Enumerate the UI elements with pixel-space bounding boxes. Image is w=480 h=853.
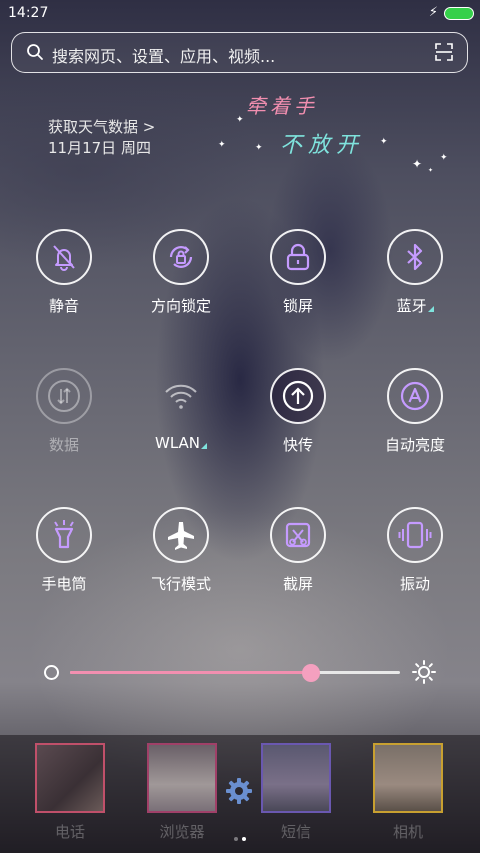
dock-app-messages[interactable]: 短信 [260, 743, 332, 842]
toggle-mute-button[interactable] [36, 229, 92, 285]
toggle-label: WLAN [131, 434, 231, 452]
dock-label: 浏览器 [159, 823, 205, 841]
auto-brightness-icon [400, 381, 430, 411]
scan-icon[interactable] [435, 43, 453, 61]
brightness-slider[interactable] [44, 660, 444, 684]
toggle-wlan-button[interactable] [153, 368, 209, 424]
toggle-label: 静音 [48, 297, 79, 315]
toggle-bluetooth[interactable]: 蓝牙 [365, 229, 465, 316]
wallpaper-text-line1: 牵着手 [246, 94, 318, 118]
toggle-quick-transfer[interactable]: 快传 [248, 368, 348, 455]
expand-indicator-icon [201, 443, 207, 449]
sparkle-icon: ✦ [412, 157, 423, 171]
wallpaper-art: 牵着手 不放开 ✦ ✦ ✦ ✦ ✦ ✦ ✦ [218, 85, 460, 175]
toggle-vibrate[interactable]: 振动 [365, 507, 465, 594]
dock-app-browser[interactable]: 浏览器 [146, 743, 218, 842]
dock-label: 电话 [54, 823, 85, 841]
toggle-mobile-data-button[interactable] [36, 368, 92, 424]
toggle-auto-brightness[interactable]: 自动亮度 [365, 368, 465, 455]
sparkle-icon: ✦ [218, 140, 226, 150]
flashlight-icon [54, 520, 74, 549]
toggle-lock-screen[interactable]: 锁屏 [248, 229, 348, 316]
quick-transfer-icon [282, 380, 314, 412]
sparkle-icon: ✦ [236, 115, 244, 125]
wifi-icon [165, 384, 197, 409]
app-thumbnail-icon [147, 743, 217, 813]
search-placeholder: 搜索网页、设置、应用、视频... [52, 47, 276, 66]
toggle-label: 飞行模式 [150, 575, 211, 593]
dock-app-phone[interactable]: 电话 [34, 743, 106, 842]
weather-widget[interactable]: 获取天气数据 > 11月17日 周四 [48, 117, 155, 159]
brightness-low-icon [44, 665, 59, 680]
toggle-quick-transfer-button[interactable] [270, 368, 326, 424]
bolt-icon: ⚡ [428, 5, 438, 20]
rotation-lock-icon [169, 246, 193, 268]
date-text: 11月17日 周四 [48, 139, 151, 157]
toggle-label: 自动亮度 [384, 436, 445, 454]
toggle-mute[interactable]: 静音 [14, 229, 114, 316]
toggle-label: 数据 [48, 436, 79, 454]
toggle-label: 蓝牙 [365, 295, 465, 316]
gear-icon[interactable] [224, 776, 254, 806]
toggle-rotation-lock-button[interactable] [153, 229, 209, 285]
toggle-label: 快传 [282, 436, 313, 454]
sun-icon [412, 660, 436, 684]
toggle-screenshot[interactable]: 截屏 [248, 507, 348, 594]
toggle-mobile-data[interactable]: 数据 [14, 368, 114, 455]
brightness-fill [70, 671, 311, 674]
expand-indicator-icon [427, 306, 434, 312]
toggle-screenshot-button[interactable] [270, 507, 326, 563]
toggle-auto-brightness-button[interactable] [387, 368, 443, 424]
toggle-wlan[interactable]: WLAN [131, 368, 231, 452]
search-icon [27, 44, 43, 60]
bluetooth-icon [407, 243, 423, 271]
app-thumbnail-icon [261, 743, 331, 813]
toggle-label: 截屏 [282, 575, 313, 593]
page-indicator [232, 826, 248, 845]
bell-off-icon [53, 245, 75, 271]
toggle-lock-screen-button[interactable] [270, 229, 326, 285]
app-thumbnail-icon [35, 743, 105, 813]
toggle-airplane-mode[interactable]: 飞行模式 [131, 507, 231, 594]
toggle-label: 振动 [399, 575, 430, 593]
sparkle-icon: ✦ [255, 143, 263, 153]
search-bar[interactable]: 搜索网页、设置、应用、视频... [11, 32, 468, 73]
toggle-rotation-lock[interactable]: 方向锁定 [131, 229, 231, 316]
page-dot [242, 837, 246, 841]
toggle-bluetooth-button[interactable] [387, 229, 443, 285]
toggle-flashlight-button[interactable] [36, 507, 92, 563]
clock: 14:27 [8, 5, 49, 21]
weather-link[interactable]: 获取天气数据 > [48, 117, 155, 138]
toggle-vibrate-button[interactable] [387, 507, 443, 563]
dock-label: 相机 [392, 823, 423, 841]
vibrate-icon [398, 521, 432, 549]
screenshot-icon [285, 522, 311, 548]
status-bar: 14:27 ⚡ [0, 0, 480, 28]
wallpaper-text-line2: 不放开 [280, 133, 365, 158]
dock-app-camera[interactable]: 相机 [372, 743, 444, 842]
sparkle-icon: ✦ [428, 167, 434, 174]
dock-label: 短信 [280, 823, 311, 841]
page-dot [234, 837, 238, 841]
sparkle-icon: ✦ [380, 137, 388, 147]
lock-icon [286, 243, 310, 271]
brightness-thumb[interactable] [301, 664, 320, 682]
airplane-icon [168, 522, 194, 550]
toggle-label: 锁屏 [282, 297, 313, 315]
brightness-track[interactable] [70, 664, 400, 682]
sparkle-icon: ✦ [440, 153, 448, 163]
toggle-flashlight[interactable]: 手电筒 [14, 507, 114, 594]
app-thumbnail-icon [373, 743, 443, 813]
toggle-airplane-mode-button[interactable] [153, 507, 209, 563]
toggle-label: 手电筒 [41, 575, 87, 593]
toggle-label: 方向锁定 [150, 297, 211, 315]
battery-icon [444, 7, 474, 20]
mobile-data-icon [48, 380, 80, 412]
